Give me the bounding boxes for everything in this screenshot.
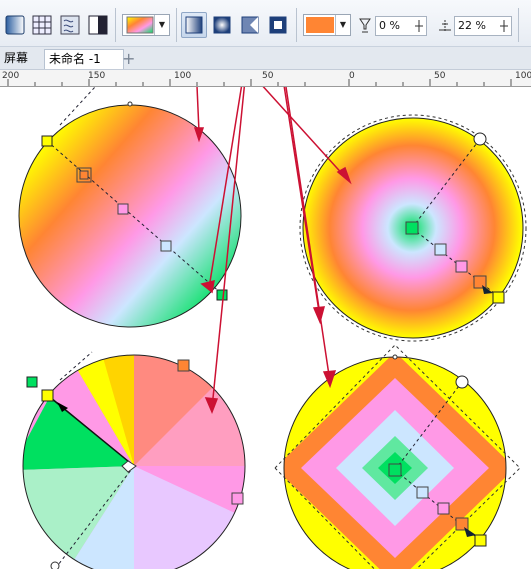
gradient-node[interactable] xyxy=(473,275,487,289)
color-dropdown[interactable]: ▼ xyxy=(303,14,351,36)
toolbar-separator xyxy=(176,8,177,42)
grid-fill-icon[interactable] xyxy=(29,12,55,38)
horizontal-ruler: 200 150 100 50 0 50 100 xyxy=(0,70,531,87)
toolbar-separator xyxy=(296,8,297,42)
gradient-node[interactable] xyxy=(455,517,469,531)
toolbar-separator xyxy=(115,8,116,42)
add-tab-button[interactable]: + xyxy=(118,49,139,68)
ruler-label: 50 xyxy=(262,71,274,81)
ruler-label: 0 xyxy=(349,71,355,81)
tab-document[interactable]: 未命名 -1 xyxy=(44,49,124,69)
gradient-preset-icon xyxy=(126,16,154,34)
pattern-fill-icon[interactable] xyxy=(57,12,83,38)
linear-gradient-icon[interactable] xyxy=(181,12,207,38)
chevron-down-icon: ▼ xyxy=(154,15,169,35)
linear-gradient-circle[interactable] xyxy=(18,87,242,328)
ruler-label: 50 xyxy=(434,71,446,81)
gradient-node[interactable] xyxy=(26,376,38,388)
gradient-node[interactable] xyxy=(455,260,468,273)
transparency-icon xyxy=(359,18,371,33)
gradient-node[interactable] xyxy=(437,502,450,515)
gradient-preset-dropdown[interactable]: ▼ xyxy=(122,14,170,36)
property-toolbar: ▼ ▼ 0 % 22 % xyxy=(0,0,531,47)
ruler-label: 100 xyxy=(174,71,192,81)
gradient-node[interactable] xyxy=(231,492,244,505)
drawing-canvas[interactable] xyxy=(0,87,531,569)
gradient-start-handle[interactable] xyxy=(405,221,419,235)
angle-value: 22 % xyxy=(458,19,486,32)
transparency-value: 0 % xyxy=(379,19,400,32)
rectangular-gradient-icon[interactable] xyxy=(265,12,291,38)
gradient-start-handle[interactable] xyxy=(41,135,53,147)
gradient-end-handle[interactable] xyxy=(216,289,228,301)
angle-icon xyxy=(439,20,451,32)
transparency-fill-icon[interactable] xyxy=(85,12,111,38)
gradient-angle-handle[interactable] xyxy=(455,375,469,389)
gradient-node[interactable] xyxy=(177,359,190,372)
rectangular-gradient-circle[interactable] xyxy=(274,344,521,569)
spinner-icon[interactable] xyxy=(414,19,424,33)
elliptical-gradient-circle[interactable] xyxy=(299,114,527,342)
toolbar-separator xyxy=(518,8,519,42)
chevron-down-icon: ▼ xyxy=(335,15,350,35)
gradient-node[interactable] xyxy=(434,243,447,256)
color-swatch xyxy=(306,17,334,33)
document-tab-bar: 屏幕 未命名 -1 + xyxy=(0,47,531,70)
ruler-label: 150 xyxy=(88,71,106,81)
gradient-end-handle[interactable] xyxy=(492,291,505,304)
gradient-node[interactable] xyxy=(416,486,429,499)
gradient-node[interactable] xyxy=(79,170,89,180)
gradient-start-handle[interactable] xyxy=(388,463,402,477)
linear-fill-icon[interactable] xyxy=(2,12,28,38)
gradient-node[interactable] xyxy=(160,240,172,252)
gradient-node[interactable] xyxy=(117,203,129,215)
gradient-end-handle[interactable] xyxy=(474,534,487,547)
spinner-icon[interactable] xyxy=(499,19,509,33)
gradient-start-handle[interactable] xyxy=(41,389,54,402)
ruler-label: 200 xyxy=(2,71,20,81)
gradient-angle-handle[interactable] xyxy=(473,132,487,146)
ruler-label: 100 xyxy=(515,71,531,81)
conical-gradient-icon[interactable] xyxy=(237,12,263,38)
elliptical-gradient-icon[interactable] xyxy=(209,12,235,38)
tab-screen[interactable]: 屏幕 xyxy=(0,49,32,68)
